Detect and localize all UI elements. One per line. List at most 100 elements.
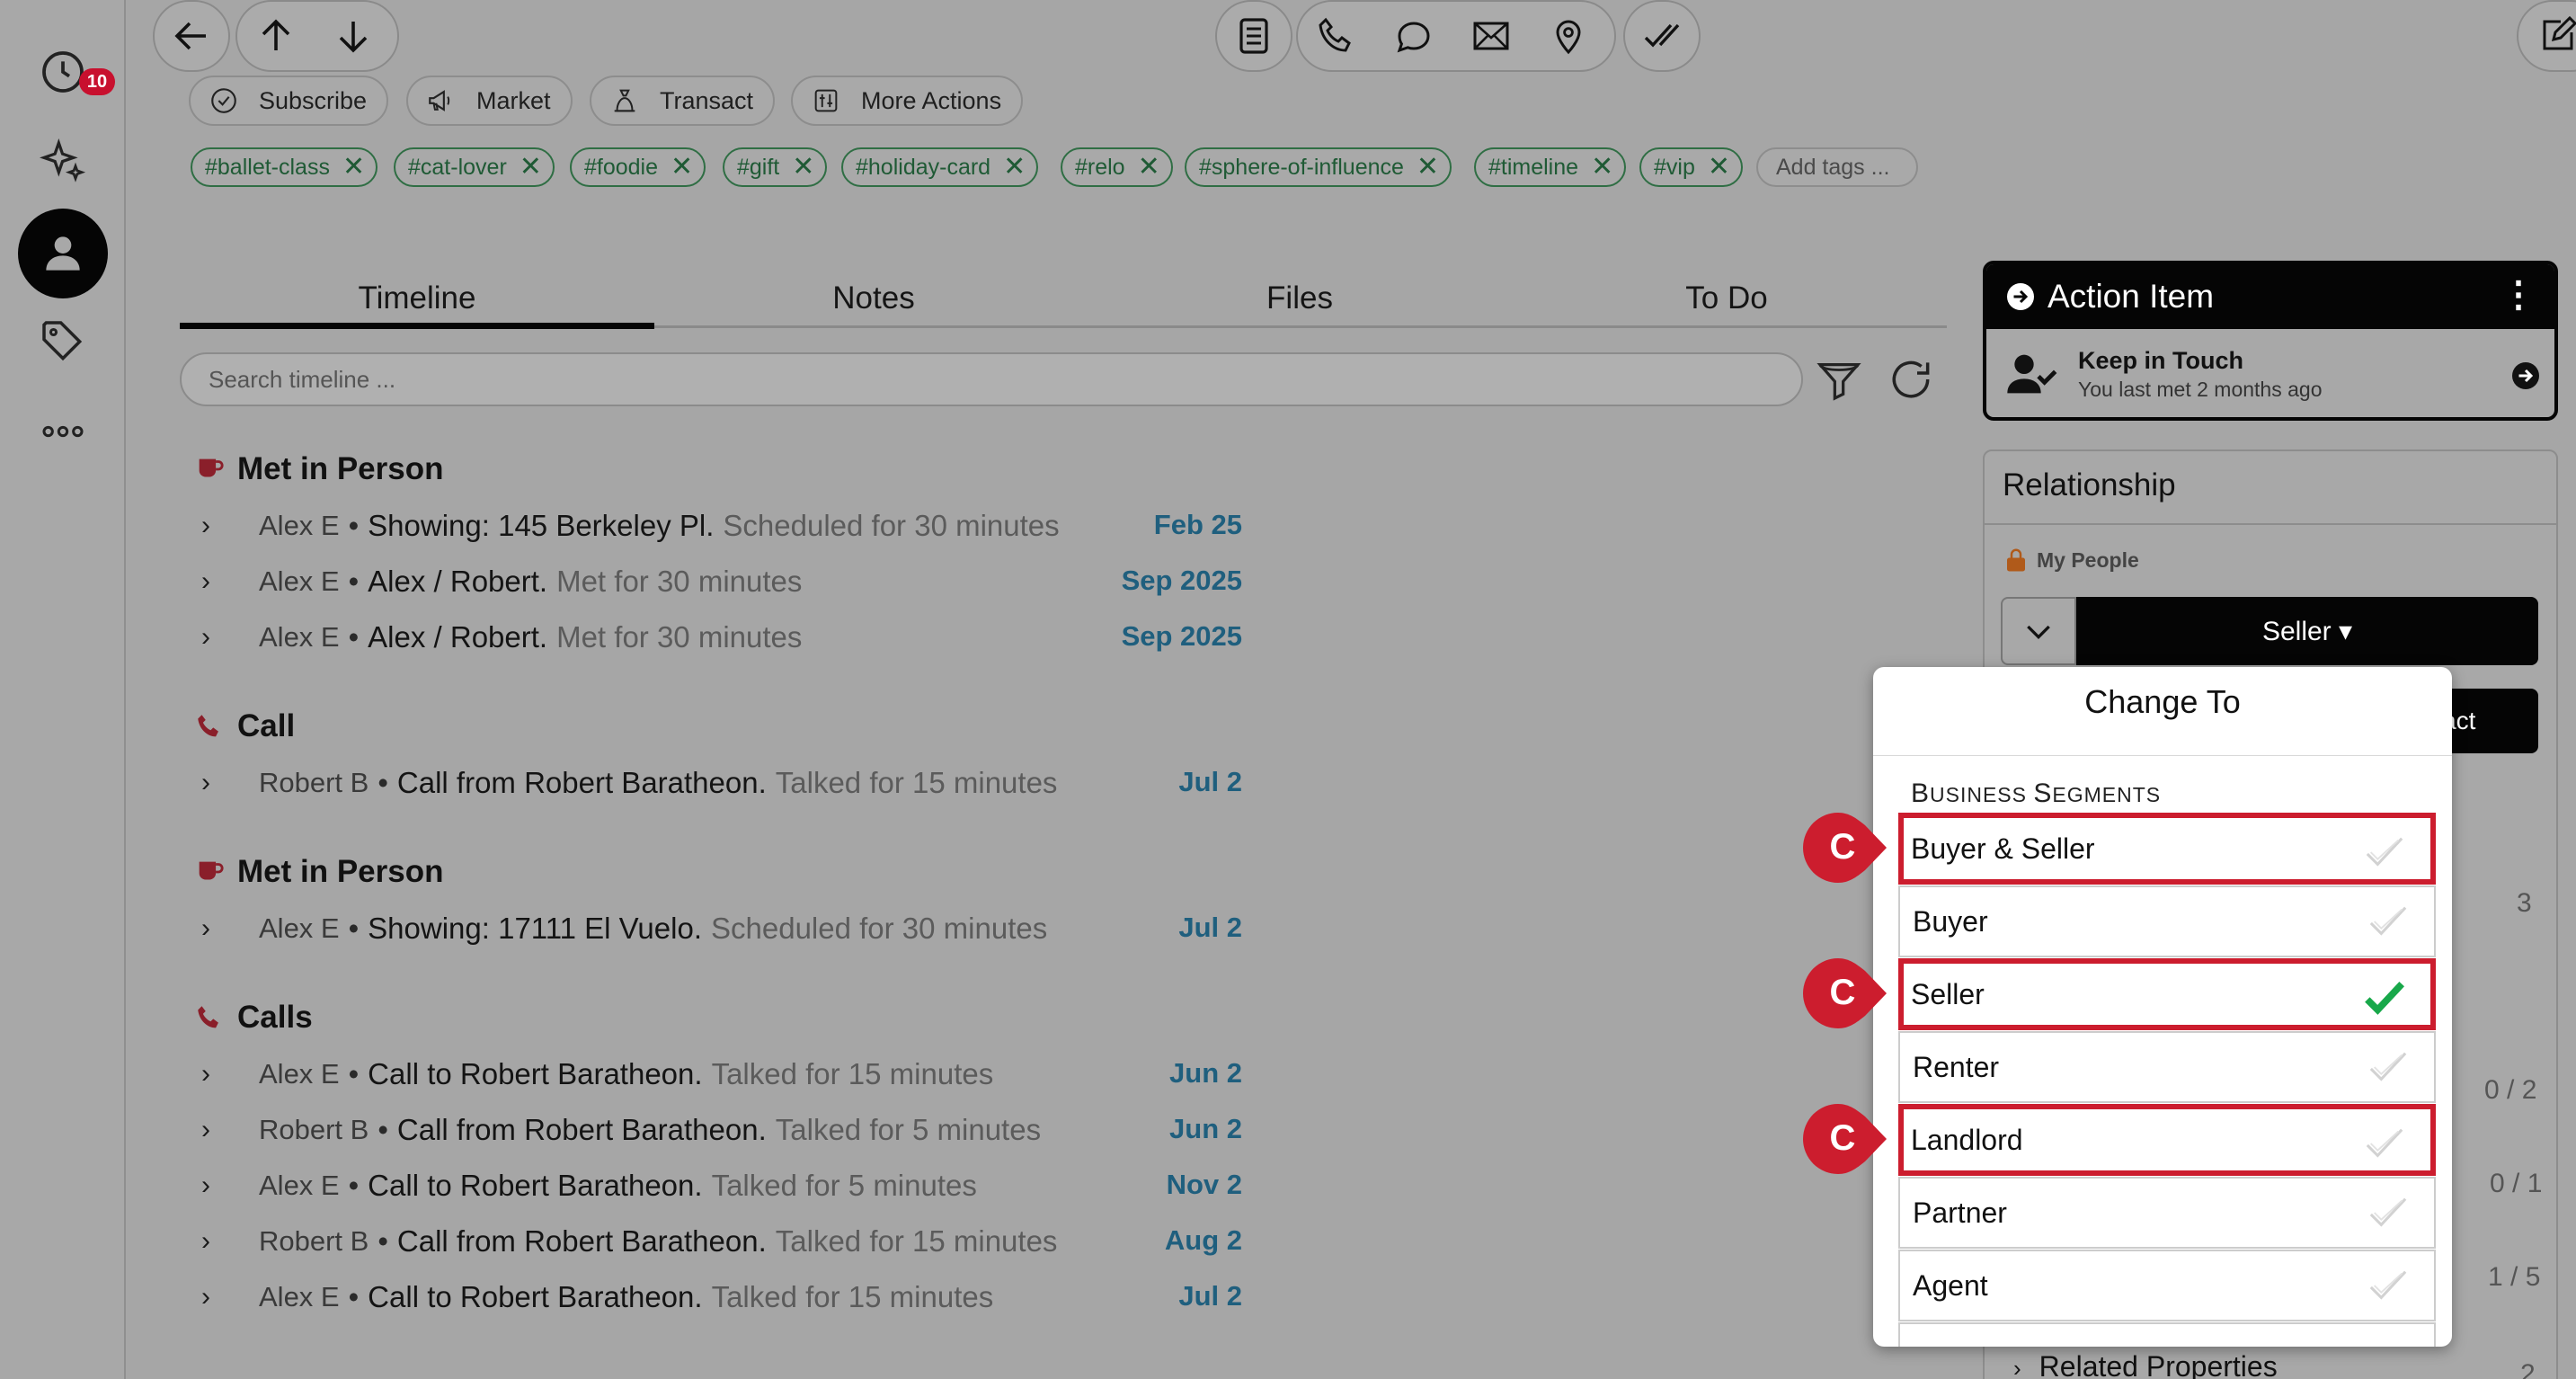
annotation-marker-label: C bbox=[1829, 1118, 1856, 1158]
row-author: Alex E bbox=[259, 1170, 340, 1201]
row-detail: Talked for 5 minutes bbox=[711, 1169, 977, 1202]
timeline-row[interactable]: › Alex E • Call to Robert Baratheon. Talked … bbox=[201, 1275, 993, 1320]
checkmark-icon bbox=[2369, 1270, 2407, 1300]
count-label: 3 bbox=[2517, 888, 2532, 918]
segment-option-label: Buyer bbox=[1913, 904, 1988, 938]
count-label: 0 / 2 bbox=[2484, 1075, 2537, 1105]
row-detail: Scheduled for 30 minutes bbox=[723, 509, 1060, 542]
refresh-button[interactable] bbox=[1886, 354, 1936, 405]
row-title: Call to Robert Baratheon. bbox=[368, 1169, 703, 1202]
annotation-marker-label: C bbox=[1829, 973, 1856, 1012]
relationship-title: Relationship bbox=[2003, 467, 2176, 503]
chevron-right-icon: › bbox=[201, 768, 210, 797]
arrow-circle-icon bbox=[2512, 362, 2539, 389]
timeline-group-title: Call bbox=[194, 708, 295, 744]
segment-option-label: Seller bbox=[1911, 977, 1985, 1010]
row-detail: Talked for 15 minutes bbox=[711, 1280, 994, 1313]
compose-group bbox=[2517, 0, 2576, 72]
segment-option[interactable]: Partner bbox=[1898, 1177, 2436, 1249]
row-date: Jul 2 bbox=[1178, 1280, 1242, 1312]
row-detail: Talked for 15 minutes bbox=[775, 1224, 1058, 1258]
dropdown-title: Change To bbox=[2084, 683, 2241, 720]
timeline-row[interactable]: › Alex E • Alex / Robert. Met for 30 minutes bbox=[201, 615, 802, 660]
row-date: Sep 2025 bbox=[1121, 565, 1242, 596]
group-title-text: Calls bbox=[237, 1000, 313, 1035]
annotation-marker-label: C bbox=[1829, 827, 1856, 867]
timeline-row[interactable]: › Alex E • Showing: 145 Berkeley Pl. Schedul… bbox=[201, 503, 1060, 548]
chevron-right-icon: › bbox=[201, 622, 210, 652]
person-check-icon bbox=[2003, 345, 2060, 403]
segment-select[interactable]: Seller ▾ bbox=[2076, 597, 2538, 665]
timeline-row[interactable]: › Alex E • Alex / Robert. Met for 30 minutes bbox=[201, 559, 802, 604]
checkmark-icon bbox=[2369, 1052, 2407, 1081]
segment-option-label: Agent bbox=[1913, 1268, 1988, 1302]
row-author: Alex E bbox=[259, 621, 340, 653]
row-detail: Met for 30 minutes bbox=[556, 620, 803, 654]
compose-button[interactable] bbox=[2518, 2, 2576, 70]
timeline-group-title: Met in Person bbox=[194, 451, 443, 487]
chevron-right-icon: › bbox=[2013, 1355, 2021, 1379]
group-title-text: Call bbox=[237, 708, 296, 743]
expand-segment-button[interactable] bbox=[2001, 597, 2076, 665]
row-date: Jul 2 bbox=[1178, 912, 1242, 943]
chevron-right-icon: › bbox=[201, 1282, 210, 1312]
row-author: Alex E bbox=[259, 1281, 340, 1312]
separator: • bbox=[378, 1113, 388, 1146]
timeline-row[interactable]: › Robert B • Call from Robert Baratheon. Tal… bbox=[201, 761, 1057, 805]
segment-option-label: Buyer & Seller bbox=[1911, 832, 2095, 865]
timeline-group-title: Calls bbox=[194, 1000, 313, 1036]
row-author: Alex E bbox=[259, 510, 340, 541]
segment-option[interactable]: Seller bbox=[1898, 958, 2436, 1030]
coffee-cup-icon bbox=[199, 861, 224, 880]
timeline-row[interactable]: › Robert B • Call from Robert Baratheon. Tal… bbox=[201, 1219, 1057, 1264]
row-author: Robert B bbox=[259, 1114, 369, 1145]
segment-option[interactable]: Agent bbox=[1898, 1250, 2436, 1321]
separator: • bbox=[348, 1057, 360, 1090]
chevron-right-icon: › bbox=[201, 1170, 210, 1200]
row-author: Alex E bbox=[259, 565, 340, 597]
row-title: Alex / Robert. bbox=[368, 565, 548, 598]
count-label: 2 bbox=[2520, 1359, 2536, 1379]
row-author: Alex E bbox=[259, 912, 340, 944]
segment-option[interactable]: Landlord bbox=[1898, 1104, 2436, 1176]
kebab-menu-icon[interactable]: ⋮ bbox=[2500, 277, 2536, 313]
separator: • bbox=[348, 620, 360, 654]
row-title: Call from Robert Baratheon. bbox=[396, 766, 767, 799]
row-date: Jun 2 bbox=[1169, 1057, 1242, 1089]
timeline-row[interactable]: › Alex E • Call to Robert Baratheon. Talked … bbox=[201, 1052, 993, 1097]
separator: • bbox=[348, 1280, 360, 1313]
segment-option[interactable]: Buyer & Seller bbox=[1898, 813, 2436, 885]
row-author: Robert B bbox=[259, 767, 369, 798]
related-properties-row[interactable]: › Related Properties bbox=[2013, 1350, 2278, 1379]
chevron-right-icon: › bbox=[201, 913, 210, 943]
action-item-header: Action Item ⋮ bbox=[1986, 264, 2554, 329]
checkmark-icon bbox=[2366, 837, 2403, 867]
section-rest: USINESS SEGMENTS bbox=[1930, 778, 2162, 808]
timeline-row[interactable]: › Alex E • Call to Robert Baratheon. Talked … bbox=[201, 1163, 977, 1208]
checkmark-icon bbox=[2369, 906, 2407, 936]
checkmark-icon bbox=[2365, 982, 2404, 1015]
row-title: Showing: 17111 El Vuelo. bbox=[368, 912, 702, 945]
group-label: My People bbox=[2037, 548, 2139, 572]
lock-icon bbox=[2003, 545, 2030, 575]
refresh-icon bbox=[1892, 360, 1930, 398]
segment-option[interactable]: Renter bbox=[1898, 1031, 2436, 1103]
arrow-circle-icon bbox=[2007, 283, 2034, 310]
segment-option[interactable]: Buyer bbox=[1898, 885, 2436, 957]
group-title-text: Met in Person bbox=[237, 854, 444, 889]
row-detail: Talked for 15 minutes bbox=[711, 1057, 994, 1090]
phone-icon bbox=[198, 715, 218, 737]
segment-option[interactable] bbox=[1898, 1322, 2436, 1347]
separator: • bbox=[348, 565, 360, 598]
change-segment-dropdown: Change To BUSINESS SEGMENTS Buyer & Sell… bbox=[1873, 667, 2452, 1347]
divider bbox=[1873, 755, 2452, 756]
timeline-row[interactable]: › Alex E • Showing: 17111 El Vuelo. Schedule… bbox=[201, 906, 1047, 951]
separator: • bbox=[378, 1224, 388, 1258]
section-label: BUSINESS SEGMENTS bbox=[1911, 778, 2161, 809]
open-action-button[interactable] bbox=[2509, 360, 2542, 392]
chevron-right-icon: › bbox=[201, 511, 210, 540]
row-author: Alex E bbox=[259, 1058, 340, 1090]
action-task: Keep in Touch bbox=[2078, 347, 2244, 374]
segment-option-label: Renter bbox=[1913, 1050, 2000, 1083]
timeline-row[interactable]: › Robert B • Call from Robert Baratheon. Tal… bbox=[201, 1108, 1041, 1152]
